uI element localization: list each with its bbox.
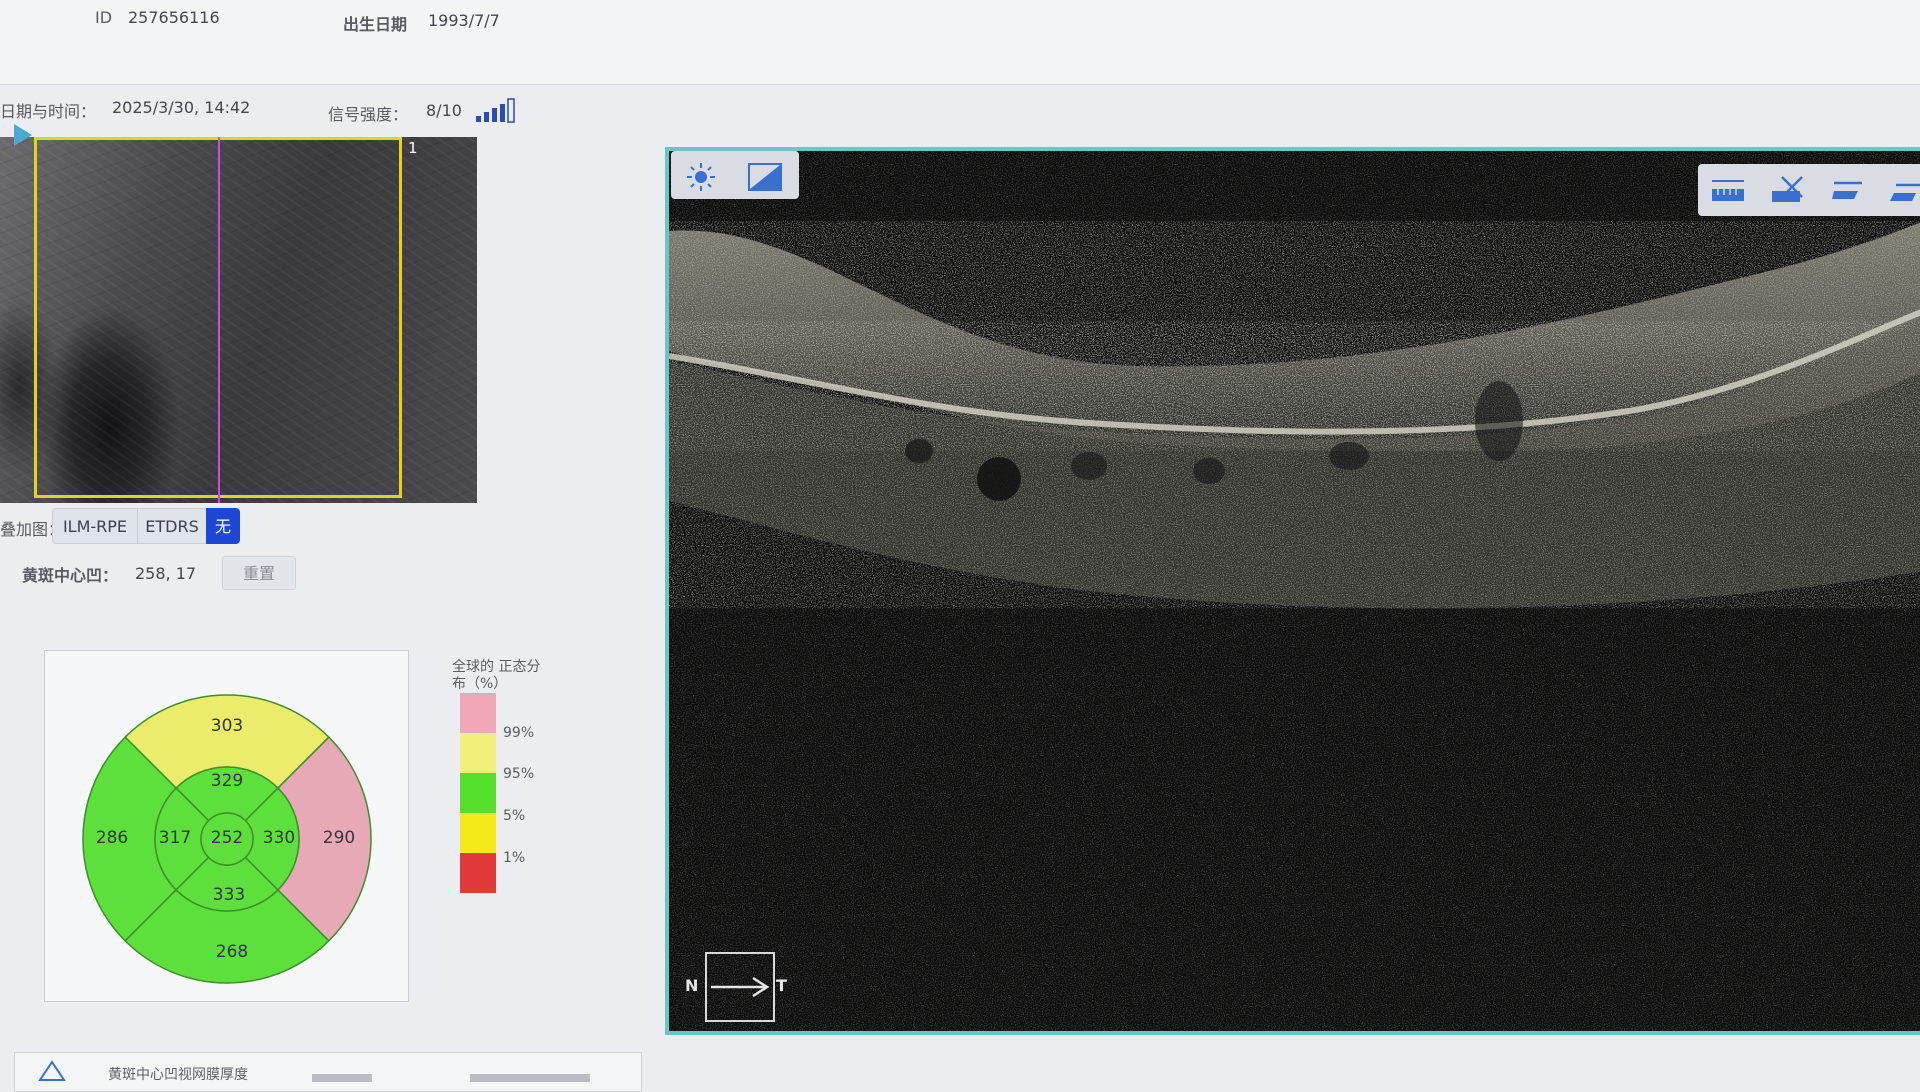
signal-strength-value: 8/10: [426, 101, 462, 120]
dob-label: 出生日期: [343, 15, 408, 34]
outer-temporal-value: 290: [323, 828, 355, 848]
outer-inferior-value: 268: [216, 942, 248, 962]
fundus-image[interactable]: 1: [0, 137, 477, 503]
overlay-option-etdrs[interactable]: ETDRS: [137, 508, 207, 544]
patient-id-value: 257656116: [128, 8, 220, 27]
fovea-value: 258, 17: [135, 564, 197, 583]
patient-id-label: ID: [95, 8, 113, 27]
overlay-option-none[interactable]: 无: [206, 508, 240, 544]
summary-column-header: [312, 1074, 372, 1082]
overlay-option-ilm-rpe[interactable]: ILM-RPE: [52, 508, 138, 544]
legend-threshold-1: 1%: [503, 850, 526, 866]
layer-edit-icon: [1890, 183, 1920, 201]
center-value: 252: [211, 828, 243, 848]
signal-strength-label: 信号强度：: [328, 105, 409, 124]
fovea-reset-button[interactable]: 重置: [222, 556, 296, 590]
contrast-icon: [748, 163, 782, 191]
layer-flat-icon: [1832, 181, 1862, 199]
signal-bars-icon: [476, 98, 515, 123]
inner-inferior-value: 333: [213, 885, 245, 905]
arrow-right-icon: [711, 976, 770, 998]
outer-superior-value: 303: [211, 716, 243, 736]
bscan-left-toolbar: [671, 151, 799, 199]
layer-edit-button[interactable]: [1884, 170, 1920, 210]
delete-measure-button[interactable]: [1766, 170, 1810, 210]
inner-nasal-value: 317: [159, 828, 191, 848]
summary-column-header: [470, 1074, 590, 1082]
fundus-index-label: 1: [408, 139, 418, 157]
scan-position-line[interactable]: [218, 137, 220, 503]
fovea-thickness-title: 黄斑中心凹视网膜厚度: [108, 1067, 248, 1083]
contrast-button[interactable]: [743, 157, 787, 197]
etdrs-thickness-map: 303 329 252 317 330 286 290 333 268: [82, 694, 372, 984]
fovea-label: 黄斑中心凹：: [22, 566, 119, 585]
ruler-icon: [1712, 180, 1744, 201]
oct-bscan-image: [669, 151, 1920, 1031]
inner-temporal-value: 330: [263, 828, 295, 848]
legend-swatch-95-99: [460, 733, 496, 773]
oct-bscan-viewer[interactable]: [665, 147, 1920, 1035]
legend-threshold-95: 95%: [503, 766, 535, 782]
legend-title-line2: 布（%）: [452, 676, 508, 692]
dob-value: 1993/7/7: [428, 11, 500, 30]
orientation-indicator: [705, 952, 775, 1022]
legend-swatch-1-5: [460, 813, 496, 853]
brightness-button[interactable]: [679, 157, 723, 197]
brightness-icon: [687, 163, 715, 191]
layer-flat-button[interactable]: [1826, 170, 1870, 210]
legend-swatch-above-99: [460, 693, 496, 733]
orientation-nasal-label: N: [685, 976, 699, 995]
legend-swatch-below-1: [460, 853, 496, 893]
delete-measure-icon: [1772, 176, 1803, 202]
scan-datetime-label: 日期与时间：: [0, 102, 97, 121]
legend-threshold-5: 5%: [503, 808, 526, 824]
measure-button[interactable]: [1706, 170, 1750, 210]
scan-start-marker-icon[interactable]: [14, 124, 32, 146]
outer-nasal-value: 286: [96, 828, 128, 848]
bscan-right-toolbar: [1698, 164, 1920, 216]
legend-swatch-5-95: [460, 773, 496, 813]
orientation-temporal-label: T: [776, 976, 787, 995]
warning-icon: [38, 1060, 66, 1081]
patient-header: [0, 0, 1920, 85]
inner-superior-value: 329: [211, 771, 243, 791]
scan-datetime-value: 2025/3/30, 14:42: [112, 98, 251, 117]
legend-threshold-99: 99%: [503, 725, 535, 741]
